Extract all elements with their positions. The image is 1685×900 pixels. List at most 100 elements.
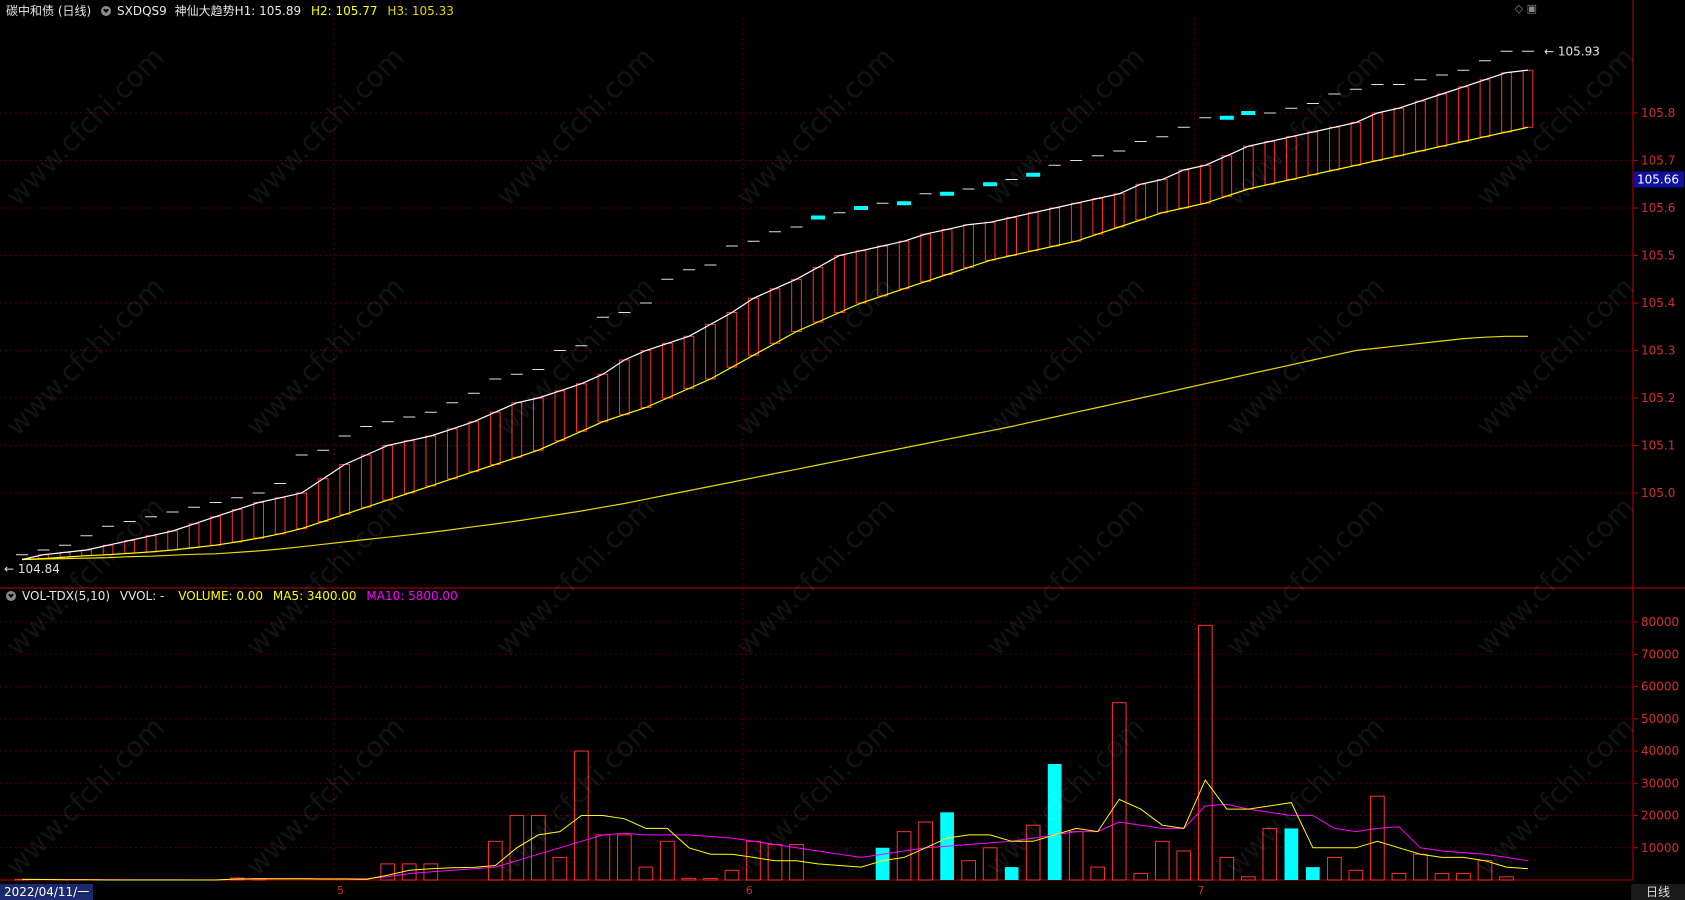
- volume-bar: [1154, 840, 1170, 881]
- volume-indicator-name[interactable]: VOL-TDX(5,10): [22, 589, 110, 603]
- signal-marker: [940, 191, 955, 196]
- channel-bar: [382, 445, 394, 501]
- main-chart-header: 碳中和债 (日线) SXDQS9 神仙大趋势H1: 105.89 H2: 105…: [6, 2, 460, 19]
- volume-bar: [531, 815, 546, 881]
- period-selector[interactable]: 日线: [1631, 884, 1685, 900]
- channel-bar: [446, 428, 458, 480]
- volume-bar: [1434, 873, 1450, 881]
- channel-bar: [317, 478, 329, 522]
- channel-bar: [662, 342, 673, 399]
- channel-bar: [705, 323, 716, 380]
- volume-bar: [1284, 828, 1299, 880]
- channel-bar: [533, 397, 544, 451]
- price-tick-label: 105.0: [1641, 486, 1675, 500]
- volume-bar: [1370, 795, 1385, 881]
- h3-value: H3: 105.33: [387, 4, 454, 18]
- channel-bar: [167, 530, 178, 551]
- volume-tick-label: 80000: [1641, 615, 1679, 629]
- channel-bar: [1178, 169, 1190, 209]
- volume-bar: [1262, 827, 1278, 881]
- channel-bar: [403, 440, 415, 494]
- volume-bar: [1306, 867, 1320, 880]
- channel-bar: [296, 492, 308, 530]
- volume-bar: [638, 866, 654, 881]
- volume-tick-label: 50000: [1641, 712, 1679, 726]
- volume-bar: [1025, 824, 1041, 881]
- channel-bar: [1264, 141, 1276, 185]
- channel-bar: [102, 544, 114, 556]
- x-tick-label: 7: [1198, 884, 1205, 897]
- volume-bar: [767, 844, 783, 881]
- channel-bar: [1070, 202, 1082, 242]
- volume-bar: [789, 844, 804, 881]
- channel-bar: [1049, 207, 1061, 247]
- channel-bar: [963, 224, 974, 268]
- volume-bar: [1413, 853, 1428, 881]
- ma10-value: MA10: 5800.00: [366, 589, 458, 603]
- channel-bar: [468, 421, 480, 473]
- channel-bar: [1329, 126, 1340, 171]
- panel-controls: ◇ ▣: [1515, 2, 1537, 15]
- channel-bar: [1522, 69, 1534, 128]
- volume-bar: [1004, 867, 1019, 880]
- signal-marker: [1241, 111, 1256, 115]
- x-tick-label: 5: [337, 884, 344, 897]
- signal-marker: [811, 215, 826, 220]
- channel-bar: [425, 435, 437, 487]
- volume-bar: [595, 834, 611, 881]
- volume-tick-label: 40000: [1641, 744, 1679, 758]
- volume-tick-label: 60000: [1641, 680, 1679, 694]
- channel-bar: [489, 411, 501, 465]
- volume-bar: [1068, 831, 1084, 881]
- volume-bar: [875, 847, 890, 880]
- channel-bar: [1286, 136, 1297, 180]
- channel-bar: [210, 516, 221, 546]
- volume-tick-label: 10000: [1641, 841, 1679, 855]
- channel-bar: [769, 288, 781, 344]
- volume-bar: [1090, 866, 1106, 881]
- volume-bar: [1456, 873, 1471, 881]
- chart-canvas: 105.0 105.1 105.2 105.3 105.4 105.5 105.6 105.7…: [0, 0, 1685, 897]
- channel-bar: [1372, 112, 1383, 161]
- volume-bar: [1111, 702, 1127, 881]
- volume-bar: [401, 863, 417, 881]
- signal-marker: [897, 201, 912, 206]
- volume-bar: [1176, 850, 1192, 881]
- channel-bar: [640, 350, 652, 408]
- volume-bar: [703, 877, 718, 881]
- volume-value: VOLUME: 0.00: [178, 589, 264, 603]
- security-name[interactable]: 碳中和债 (日线): [6, 4, 91, 18]
- volume-toggle-icon[interactable]: [6, 591, 16, 601]
- volume-bar: [1047, 763, 1062, 880]
- volume-bar: [724, 869, 740, 881]
- last-price-tag: 105.66: [1637, 173, 1679, 187]
- volume-bar: [746, 840, 761, 881]
- window-icon[interactable]: ▣: [1527, 2, 1537, 15]
- indicator-name[interactable]: SXDQS9: [117, 4, 167, 18]
- channel-bar: [898, 240, 910, 290]
- channel-bar: [231, 509, 243, 543]
- channel-bar: [1393, 107, 1405, 157]
- channel-bar: [726, 312, 738, 368]
- channel-bar: [1415, 100, 1426, 152]
- volume-bar: [1391, 873, 1407, 881]
- volume-bar: [1197, 624, 1213, 881]
- channel-bar: [1479, 79, 1491, 138]
- volume-bar: [617, 834, 632, 881]
- signal-marker: [1026, 172, 1041, 177]
- indicator-toggle-icon[interactable]: [101, 6, 112, 16]
- diamond-icon[interactable]: ◇: [1515, 2, 1523, 15]
- channel-bar: [1135, 183, 1147, 221]
- price-tick-label: 105.3: [1641, 344, 1675, 358]
- channel-bar: [145, 535, 157, 553]
- channel-bar: [1242, 145, 1254, 190]
- price-tick-label: 105.2: [1641, 391, 1675, 405]
- channel-bar: [1307, 131, 1319, 176]
- volume-bar: [1133, 873, 1149, 881]
- channel-bar: [1436, 93, 1448, 147]
- channel-bar: [1006, 217, 1017, 256]
- indicator-title: 神仙大趋势: [174, 4, 235, 18]
- channel-bar: [339, 464, 351, 515]
- price-tick-label: 105.1: [1641, 439, 1675, 453]
- low-annotation: ← 104.84: [4, 562, 60, 576]
